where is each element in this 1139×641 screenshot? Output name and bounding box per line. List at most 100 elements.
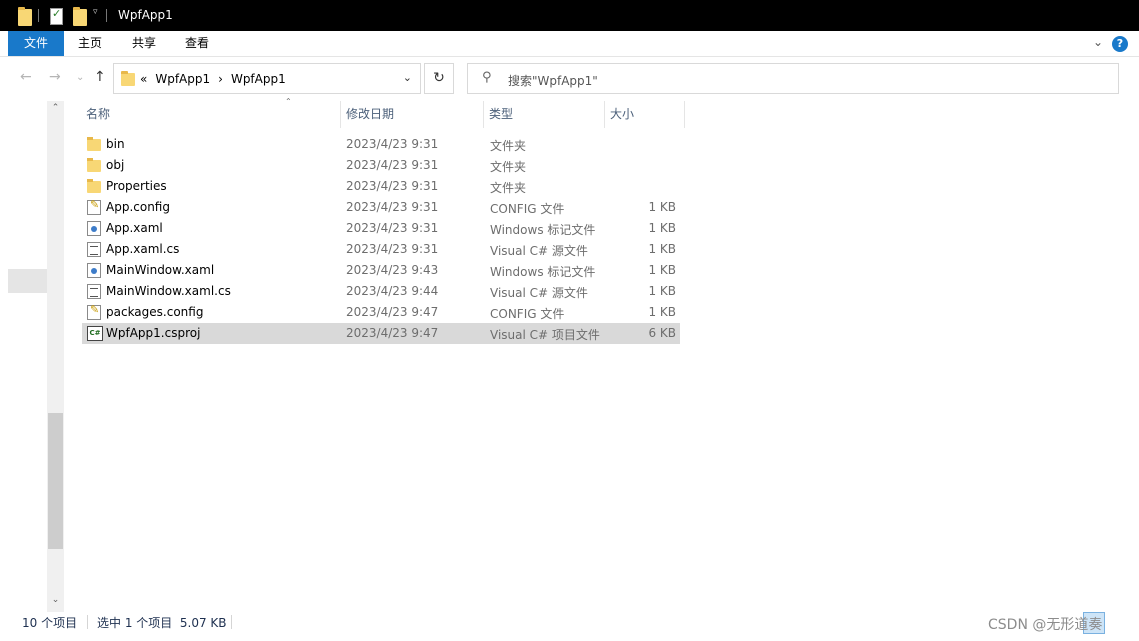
scrollbar-thumb[interactable] bbox=[48, 413, 63, 549]
file-size: 1 KB bbox=[648, 305, 676, 319]
window-title: WpfApp1 bbox=[118, 8, 173, 22]
folder-icon bbox=[87, 137, 101, 151]
column-headers: ⌃ 名称 修改日期 类型 大小 bbox=[81, 97, 685, 128]
file-size: 1 KB bbox=[648, 242, 676, 256]
refresh-button[interactable]: ↻ bbox=[424, 63, 454, 94]
config-file-icon bbox=[87, 198, 101, 215]
scroll-up-icon[interactable]: ⌃ bbox=[47, 103, 64, 113]
file-size: 1 KB bbox=[648, 200, 676, 214]
item-count: 10 个项目 bbox=[22, 616, 78, 630]
separator bbox=[87, 615, 88, 629]
tab-home[interactable]: 主页 bbox=[64, 31, 116, 56]
folder-icon bbox=[87, 179, 101, 193]
file-type: Visual C# 项目文件 bbox=[490, 328, 600, 342]
nav-selected-item[interactable] bbox=[8, 269, 47, 293]
file-row[interactable]: packages.config 2023/4/23 9:47 CONFIG 文件… bbox=[82, 302, 680, 323]
file-row[interactable]: App.xaml.cs 2023/4/23 9:31 Visual C# 源文件… bbox=[82, 239, 680, 260]
address-bar[interactable]: « WpfApp1 › WpfApp1 ⌄ bbox=[113, 63, 421, 94]
tab-view[interactable]: 查看 bbox=[171, 31, 223, 56]
config-file-icon bbox=[87, 303, 101, 320]
cs-file-icon bbox=[87, 284, 101, 299]
help-icon[interactable]: ? bbox=[1112, 36, 1128, 52]
file-date: 2023/4/23 9:44 bbox=[346, 284, 439, 298]
breadcrumb-item[interactable]: WpfApp1 bbox=[231, 72, 286, 86]
ribbon-tabs: 文件 主页 共享 查看 ⌄ ? bbox=[0, 31, 1139, 57]
back-arrow-icon[interactable]: ← bbox=[20, 69, 32, 85]
file-row[interactable]: bin 2023/4/23 9:31 文件夹 bbox=[82, 134, 680, 155]
file-row-selected[interactable]: C# WpfApp1.csproj 2023/4/23 9:47 Visual … bbox=[82, 323, 680, 344]
file-row[interactable]: App.config 2023/4/23 9:31 CONFIG 文件 1 KB bbox=[82, 197, 680, 218]
csproj-file-icon: C# bbox=[87, 326, 103, 341]
folder-icon bbox=[18, 7, 32, 26]
navigation-pane[interactable]: ⌃ ⌄ bbox=[0, 101, 66, 612]
file-name: MainWindow.xaml bbox=[106, 263, 215, 277]
file-name: obj bbox=[106, 158, 125, 172]
column-header-size[interactable]: 大小 bbox=[605, 101, 685, 128]
file-date: 2023/4/23 9:31 bbox=[346, 221, 439, 235]
tab-share[interactable]: 共享 bbox=[118, 31, 170, 56]
navigation-bar: ← → ⌄ ↑ « WpfApp1 › WpfApp1 ⌄ ↻ ⚲ 搜索"WpfApp… bbox=[0, 57, 1139, 101]
expand-ribbon-icon[interactable]: ⌄ bbox=[1093, 35, 1103, 49]
file-row[interactable]: App.xaml 2023/4/23 9:31 Windows 标记文件 1 K… bbox=[82, 218, 680, 239]
folder-icon bbox=[87, 158, 101, 172]
tab-file[interactable]: 文件 bbox=[8, 31, 64, 56]
file-type: Windows 标记文件 bbox=[490, 223, 596, 237]
file-name: packages.config bbox=[106, 305, 204, 319]
file-type: CONFIG 文件 bbox=[490, 307, 565, 321]
file-date: 2023/4/23 9:31 bbox=[346, 242, 439, 256]
file-name: App.xaml.cs bbox=[106, 242, 180, 256]
file-name: bin bbox=[106, 137, 125, 151]
separator bbox=[231, 615, 232, 629]
selection-info: 选中 1 个项目 5.07 KB bbox=[97, 616, 227, 630]
status-bar: 10 个项目 选中 1 个项目 5.07 KB CSDN @无形道奏 bbox=[0, 612, 1139, 641]
search-placeholder: 搜索"WpfApp1" bbox=[508, 74, 598, 88]
recent-locations-icon[interactable]: ⌄ bbox=[76, 72, 84, 83]
file-row[interactable]: obj 2023/4/23 9:31 文件夹 bbox=[82, 155, 680, 176]
file-name: Properties bbox=[106, 179, 167, 193]
xaml-file-icon bbox=[87, 221, 101, 236]
refresh-icon: ↻ bbox=[433, 70, 445, 86]
file-row[interactable]: Properties 2023/4/23 9:31 文件夹 bbox=[82, 176, 680, 197]
file-row[interactable]: MainWindow.xaml.cs 2023/4/23 9:44 Visual… bbox=[82, 281, 680, 302]
file-name: WpfApp1.csproj bbox=[106, 326, 201, 340]
cs-file-icon bbox=[87, 242, 101, 257]
separator bbox=[106, 9, 107, 22]
file-size: 6 KB bbox=[648, 326, 676, 340]
customize-toolbar-icon[interactable]: ▿ bbox=[93, 7, 98, 17]
folder-icon bbox=[121, 71, 135, 86]
chevron-down-icon[interactable]: ⌄ bbox=[403, 71, 412, 84]
column-header-name[interactable]: 名称 bbox=[81, 101, 341, 128]
file-size: 1 KB bbox=[648, 284, 676, 298]
breadcrumb-overflow[interactable]: « bbox=[140, 72, 147, 86]
breadcrumb-item[interactable]: WpfApp1 bbox=[155, 72, 210, 86]
nav-scrollbar[interactable]: ⌃ ⌄ bbox=[47, 101, 64, 612]
xaml-file-icon bbox=[87, 263, 101, 278]
breadcrumb: « WpfApp1 › WpfApp1 bbox=[140, 72, 294, 86]
file-type: Visual C# 源文件 bbox=[490, 244, 588, 258]
column-header-date[interactable]: 修改日期 bbox=[341, 101, 484, 128]
column-header-type[interactable]: 类型 bbox=[484, 101, 605, 128]
file-date: 2023/4/23 9:31 bbox=[346, 200, 439, 214]
file-name: App.xaml bbox=[106, 221, 163, 235]
search-box[interactable]: ⚲ 搜索"WpfApp1" bbox=[467, 63, 1119, 94]
file-size: 1 KB bbox=[648, 263, 676, 277]
up-arrow-icon[interactable]: ↑ bbox=[94, 69, 106, 85]
file-type: Visual C# 源文件 bbox=[490, 286, 588, 300]
file-date: 2023/4/23 9:47 bbox=[346, 305, 439, 319]
file-row[interactable]: MainWindow.xaml 2023/4/23 9:43 Windows 标… bbox=[82, 260, 680, 281]
search-icon: ⚲ bbox=[482, 70, 492, 85]
file-type: 文件夹 bbox=[490, 139, 527, 153]
properties-icon[interactable] bbox=[50, 7, 63, 25]
title-bar: ▿ WpfApp1 bbox=[0, 0, 1139, 31]
file-type: CONFIG 文件 bbox=[490, 202, 565, 216]
file-date: 2023/4/23 9:47 bbox=[346, 326, 439, 340]
forward-arrow-icon[interactable]: → bbox=[49, 69, 61, 85]
breadcrumb-separator[interactable]: › bbox=[218, 72, 223, 86]
file-date: 2023/4/23 9:31 bbox=[346, 158, 439, 172]
file-type: 文件夹 bbox=[490, 181, 527, 195]
file-type: 文件夹 bbox=[490, 160, 527, 174]
new-folder-icon[interactable] bbox=[73, 7, 87, 26]
file-size: 1 KB bbox=[648, 221, 676, 235]
separator bbox=[38, 9, 39, 22]
scroll-down-icon[interactable]: ⌄ bbox=[47, 595, 64, 605]
